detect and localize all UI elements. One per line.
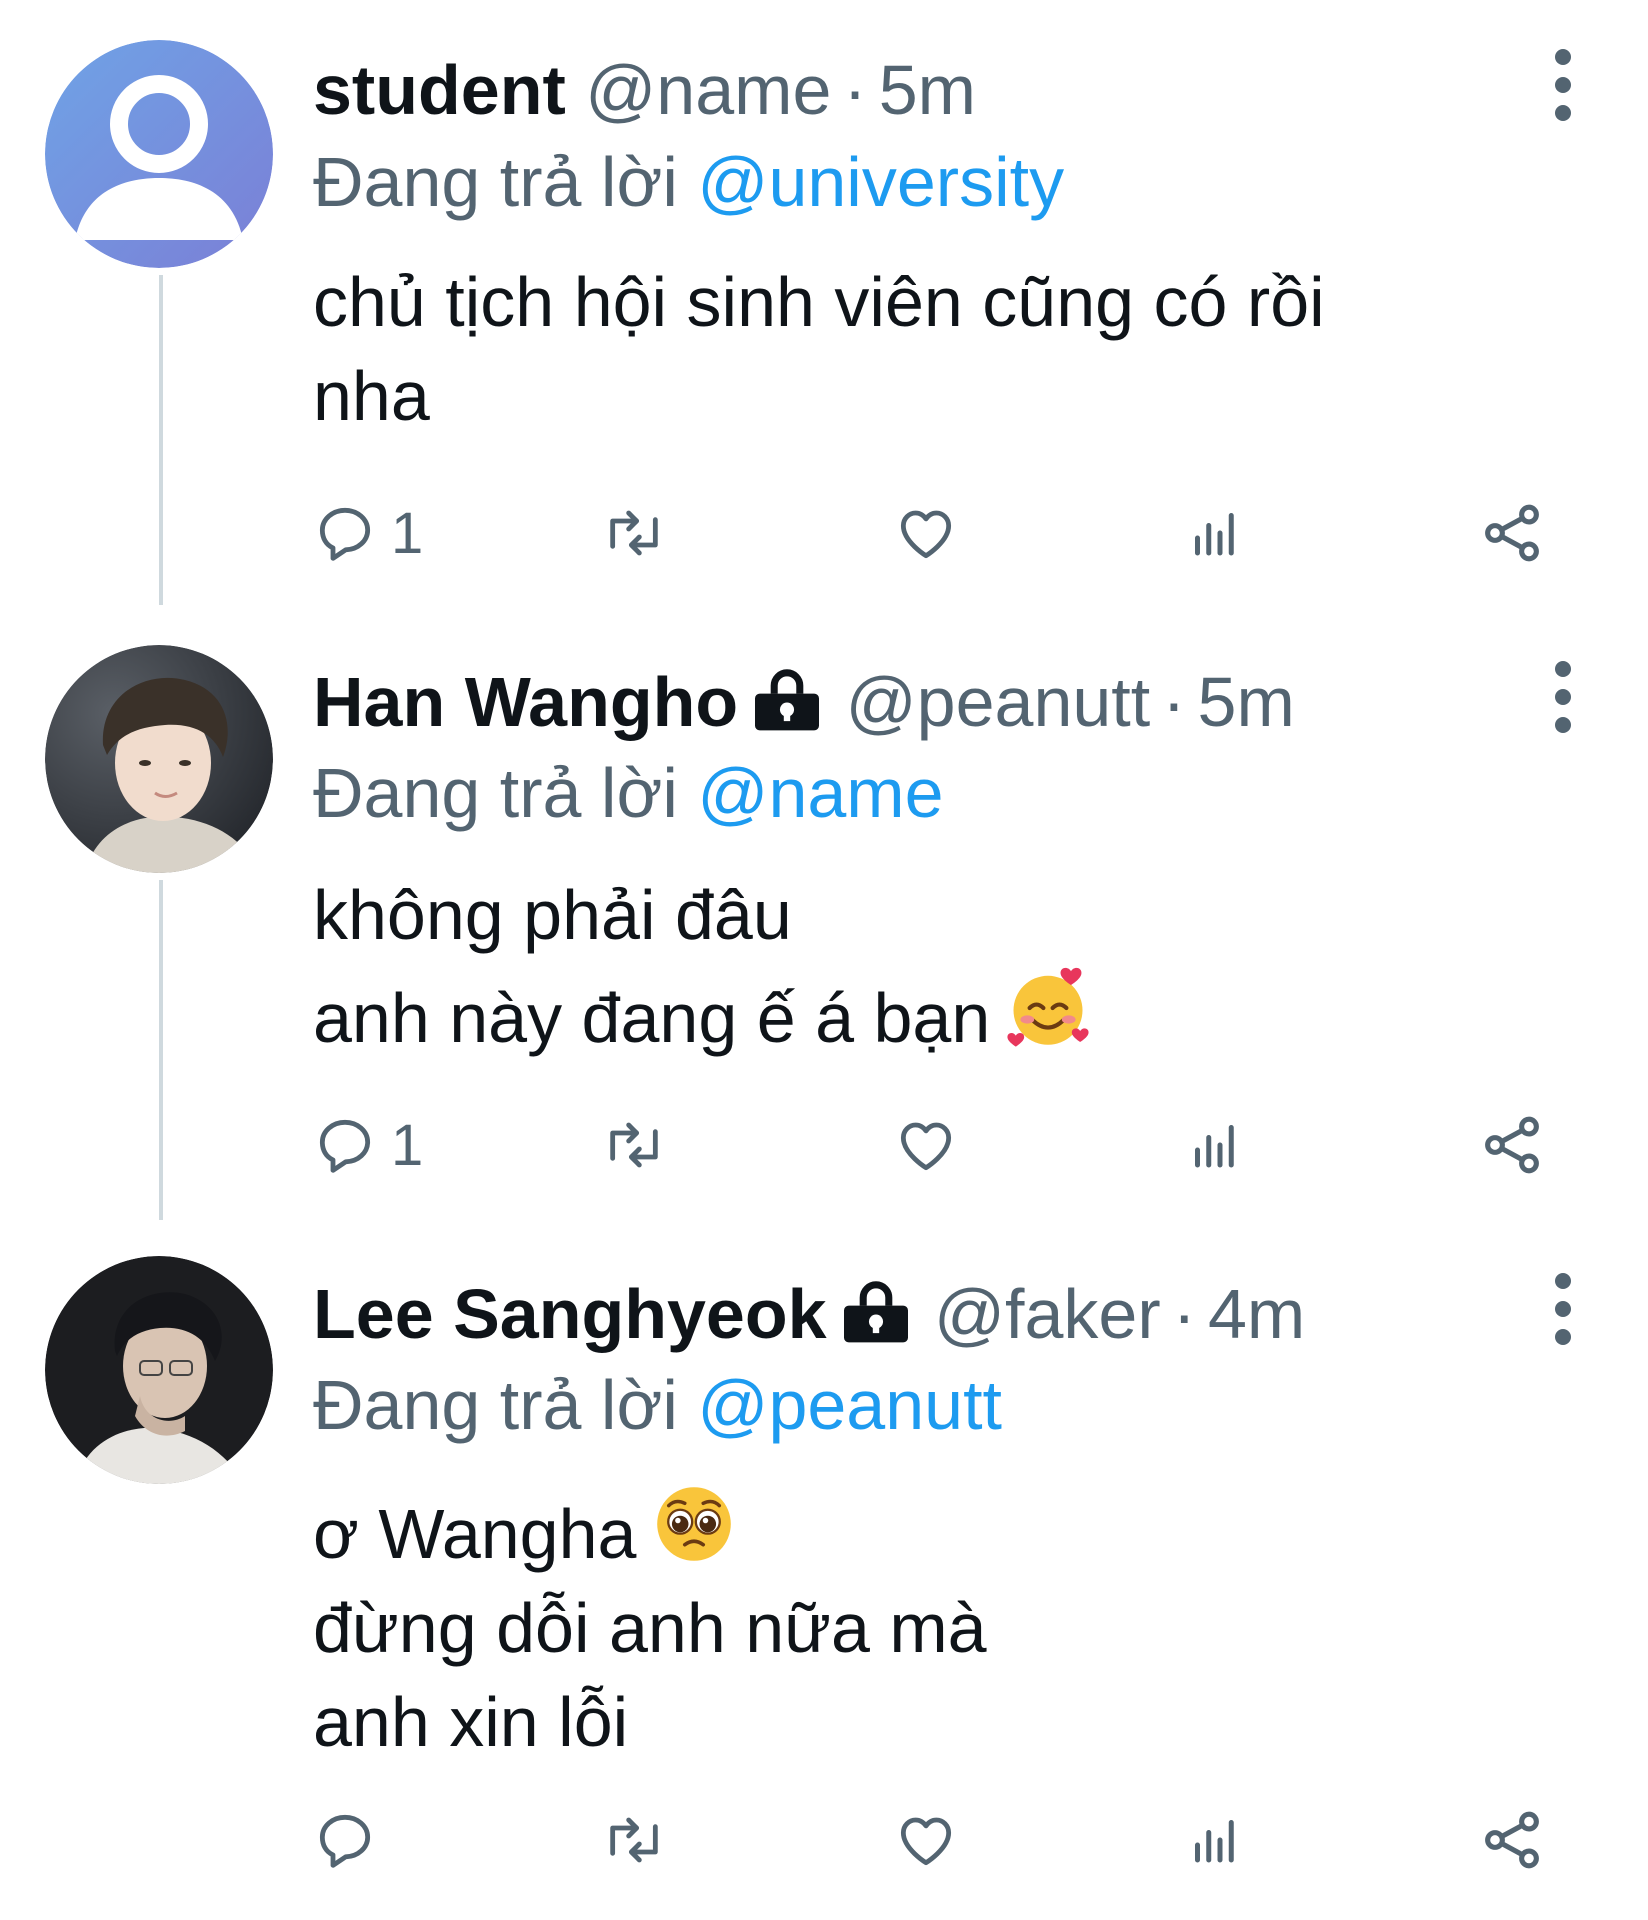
share-button[interactable] [1478,1105,1546,1185]
tweet-text-line: nha [313,357,430,435]
separator-dot: · [843,51,867,129]
pleading-face-icon [657,1487,732,1561]
mention-link[interactable]: @name [697,754,943,832]
more-icon[interactable] [1538,642,1588,752]
tweet-actions [313,1800,1563,1880]
separator-dot: · [1162,663,1186,741]
share-button[interactable] [1478,493,1546,573]
reply-icon [319,1814,371,1868]
like-button[interactable] [893,1105,959,1185]
retweet-button[interactable] [598,1105,670,1185]
reply-button[interactable]: 1 [313,1105,423,1185]
views-button[interactable] [1185,493,1245,573]
tweet-text-line: ơ Wangha [313,1478,1513,1581]
views-button[interactable] [1185,1105,1245,1185]
user-handle[interactable]: @faker [934,1275,1161,1353]
mention-link[interactable]: @peanutt [697,1366,1002,1444]
user-photo-icon [45,645,273,873]
tweet-text-fragment: ơ Wangha [313,1495,637,1573]
default-user-icon [45,40,273,268]
views-icon [1195,1820,1234,1863]
replying-to: Đang trả lời @peanutt [313,1365,1002,1445]
user-photo-icon [45,1256,273,1484]
lock-icon [755,669,820,731]
retweet-button[interactable] [598,1800,670,1880]
views-button[interactable] [1185,1800,1245,1880]
separator-dot: · [1172,1275,1196,1353]
tweet-actions: 1 [313,493,1563,573]
tweet-text: ơ Wangha đừng dỗi anh nữa mà anh xin lỗi [313,1478,1513,1769]
tweet-text-line: đừng dỗi anh nữa mà [313,1589,987,1667]
retweet-icon [610,510,658,556]
share-icon [1485,504,1539,562]
replying-to: Đang trả lời @name [313,753,944,833]
share-icon [1485,1116,1539,1174]
views-icon [1195,1125,1234,1168]
like-button[interactable] [893,493,959,573]
like-button[interactable] [893,1800,959,1880]
reply-icon [319,1119,371,1173]
reply-count: 1 [391,1112,424,1178]
thread-connector-line [159,880,163,1220]
avatar[interactable] [45,1256,273,1484]
tweet-actions: 1 [313,1105,1563,1185]
display-name[interactable]: Lee Sanghyeok [313,1275,827,1353]
tweet-text: chủ tịch hội sinh viên cũng có rồi nha [313,255,1513,443]
display-name[interactable]: Han Wangho [313,663,738,741]
user-handle[interactable]: @name [585,51,831,129]
retweet-icon [610,1817,658,1863]
tweet-header: student @name · 5m [313,50,976,130]
more-icon[interactable] [1538,1254,1588,1364]
replying-to-label: Đang trả lời [313,143,678,221]
user-handle[interactable]: @peanutt [846,663,1151,741]
replying-to: Đang trả lời @university [313,142,1064,222]
reply-thread: student @name · 5m Đang trả lời @universit… [0,0,1648,1920]
timestamp[interactable]: 5m [1198,663,1295,741]
tweet-text-line: không phải đâu [313,876,792,954]
tweet-header: Han Wangho @peanutt · 5m [313,662,1295,742]
retweet-button[interactable] [598,493,670,573]
tweet-text-line: chủ tịch hội sinh viên cũng có rồi [313,263,1325,341]
share-button[interactable] [1478,1800,1546,1880]
timestamp[interactable]: 4m [1208,1275,1305,1353]
avatar[interactable] [45,40,273,268]
thread-connector-line [159,275,163,605]
like-icon [900,1817,952,1866]
views-icon [1195,513,1234,556]
mention-link[interactable]: @university [697,143,1064,221]
reply-icon [319,507,371,561]
display-name[interactable]: student [313,51,566,129]
replying-to-label: Đang trả lời [313,1366,678,1444]
reply-button[interactable]: 1 [313,493,423,573]
lock-icon [843,1281,908,1343]
share-icon [1485,1811,1539,1869]
tweet-text-line: anh xin lỗi [313,1683,629,1761]
timestamp[interactable]: 5m [879,51,976,129]
tweet-text-line: anh này đang ế á bạn [313,962,1513,1065]
smiling-face-with-hearts-icon [1007,967,1089,1047]
tweet-text-fragment: anh này đang ế á bạn [313,979,991,1057]
reply-button[interactable] [313,1800,391,1880]
reply-count: 1 [391,500,424,566]
replying-to-label: Đang trả lời [313,754,678,832]
avatar[interactable] [45,645,273,873]
like-icon [900,1122,952,1171]
more-icon[interactable] [1538,30,1588,140]
retweet-icon [610,1122,658,1168]
tweet-header: Lee Sanghyeok @faker · 4m [313,1274,1305,1354]
tweet-text: không phải đâu anh này đang ế á bạn [313,868,1513,1065]
like-icon [900,510,952,559]
